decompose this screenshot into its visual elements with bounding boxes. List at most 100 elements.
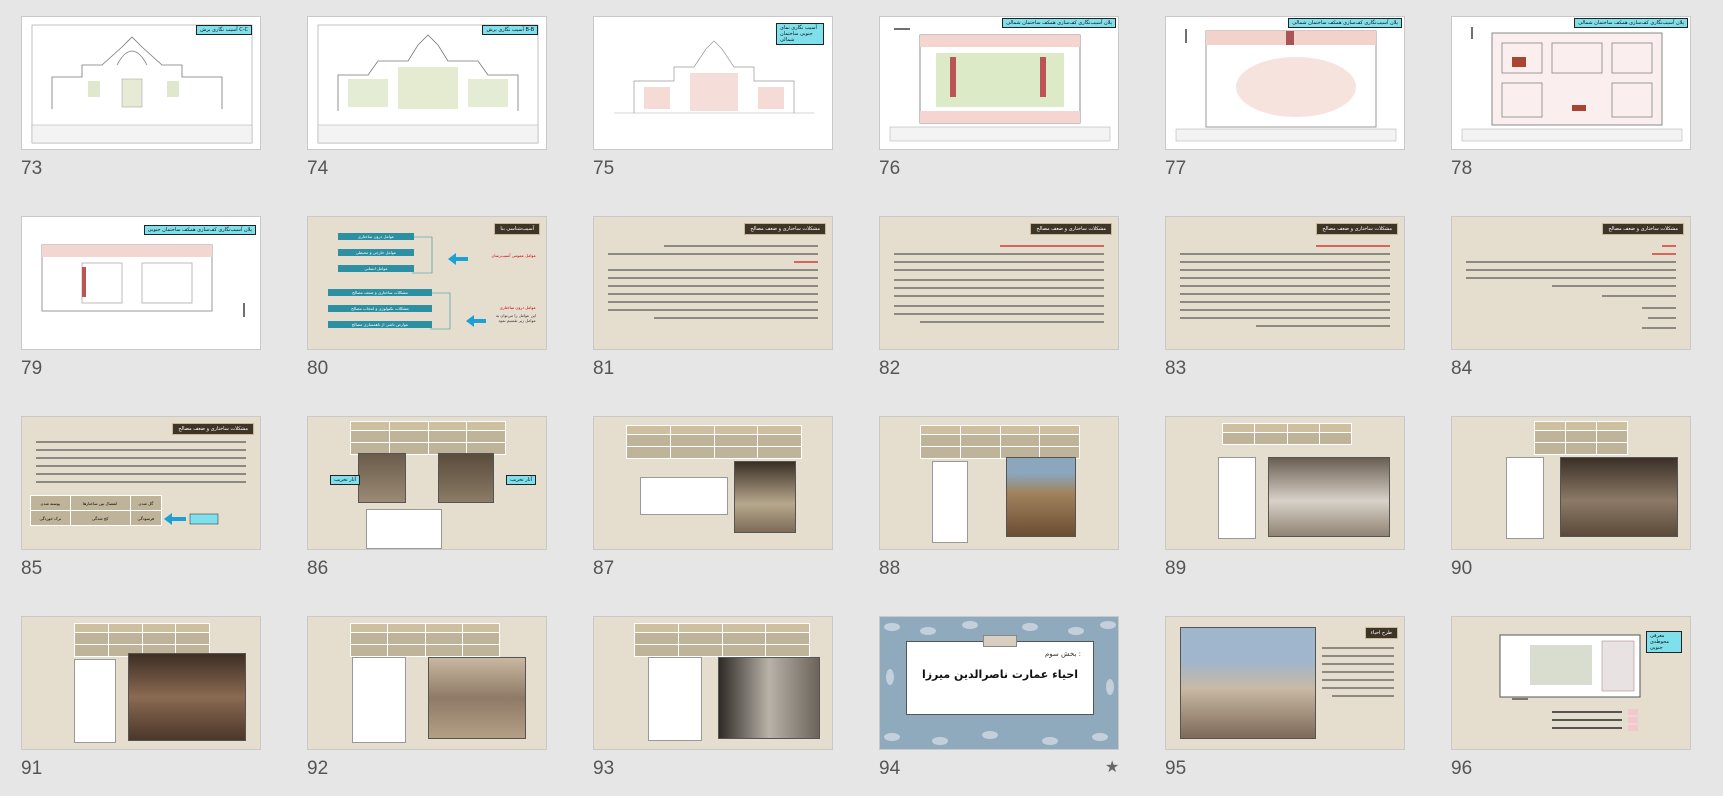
card-tab: [983, 635, 1017, 647]
slide-thumbnail-90[interactable]: 90: [1451, 416, 1693, 596]
slide-canvas: [1165, 416, 1405, 550]
slide-number: 83: [1165, 358, 1187, 379]
slide-title: مشکلات ساختاری و ضعف مصالح: [1602, 223, 1684, 235]
info-table: [1534, 421, 1628, 455]
mini-plan: [352, 657, 406, 743]
slide-thumbnail-87[interactable]: 87: [593, 416, 835, 596]
slide-thumbnail-81[interactable]: مشکلات ساختاری و ضعف مصالح 81: [593, 216, 835, 396]
slide-number: 76: [879, 158, 901, 179]
pointer-arrow: [164, 513, 219, 525]
slide-sorter-grid: آسیب نگاری برش C-C 73 آسیب نگاری برش B-B…: [0, 0, 1723, 788]
info-table: [74, 623, 210, 657]
slide-thumbnail-74[interactable]: آسیب نگاری برش B-B 74: [307, 16, 549, 196]
slide-canvas: [1451, 416, 1691, 550]
damage-photo: [1560, 457, 1678, 537]
slide-number: 85: [21, 558, 43, 579]
mini-plan: [1506, 457, 1544, 539]
slide-title: مشکلات ساختاری و ضعف مصالح: [1030, 223, 1112, 235]
info-table: [349, 623, 501, 657]
damage-photo: [428, 657, 526, 739]
slide-thumbnail-96[interactable]: معرفی محوطه‌ی جنوبی 96: [1451, 616, 1693, 796]
slide-canvas: مشکلات ساختاری و ضعف مصالح: [593, 216, 833, 350]
slide-number: 86: [307, 558, 329, 579]
section-drawing: [31, 24, 253, 144]
slide-canvas: پلان آسیب‌نگاری کف‌سازی همکف ساختمان شما…: [1165, 16, 1405, 150]
section-subtitle: بخش سوم :: [1044, 650, 1081, 658]
slide-thumbnail-83[interactable]: مشکلات ساختاری و ضعف مصالح 83: [1165, 216, 1407, 396]
slide-thumbnail-79[interactable]: پلان آسیب‌نگاری کف‌سازی همکف ساختمان جنو…: [21, 216, 263, 396]
slide-thumbnail-80[interactable]: آسیب‌شناسی بنا عوامل درون ساختاری عوامل …: [307, 216, 549, 396]
slide-number: 96: [1451, 758, 1473, 779]
damage-photo: [734, 461, 796, 533]
slide-canvas: بخش سوم : احیاء عمارت ناصرالدین میرزا: [879, 616, 1119, 750]
slide-canvas: پلان آسیب‌نگاری کف‌سازی همکف ساختمان شما…: [879, 16, 1119, 150]
slide-number: 74: [307, 158, 329, 179]
slide-number: 78: [1451, 158, 1473, 179]
slide-tag: آسیب نگاری برش C-C: [196, 25, 252, 35]
slide-thumbnail-73[interactable]: آسیب نگاری برش C-C 73: [21, 16, 263, 196]
slide-number: 93: [593, 758, 615, 779]
slide-canvas: مشکلات ساختاری و ضعف مصالح پوسته شدن انفص…: [21, 416, 261, 550]
slide-thumbnail-82[interactable]: مشکلات ساختاری و ضعف مصالح 82: [879, 216, 1121, 396]
floor-plan-drawing: [889, 28, 1111, 142]
slide-canvas: [593, 416, 833, 550]
slide-number: 82: [879, 358, 901, 379]
slide-thumbnail-88[interactable]: 88: [879, 416, 1121, 596]
mini-plan: [366, 509, 442, 549]
slide-thumbnail-84[interactable]: مشکلات ساختاری و ضعف مصالح 84: [1451, 216, 1693, 396]
info-table: [626, 425, 802, 459]
slide-canvas: آثار تخریب آثار تخریب: [307, 416, 547, 550]
slide-thumbnail-76[interactable]: پلان آسیب‌نگاری کف‌سازی همکف ساختمان شما…: [879, 16, 1121, 196]
damage-photo: [718, 657, 820, 739]
slide-thumbnail-78[interactable]: پلان آسیب‌نگاری کف‌سازی همکف ساختمان شما…: [1451, 16, 1693, 196]
slide-thumbnail-95[interactable]: طرح احیاء 95: [1165, 616, 1407, 796]
slide-canvas: معرفی محوطه‌ی جنوبی: [1451, 616, 1691, 750]
slide-thumbnail-94[interactable]: بخش سوم : احیاء عمارت ناصرالدین میرزا 94…: [879, 616, 1121, 796]
slide-canvas: طرح احیاء: [1165, 616, 1405, 750]
slide-thumbnail-92[interactable]: 92: [307, 616, 549, 796]
slide-number: 91: [21, 758, 43, 779]
star-icon[interactable]: ★: [1105, 757, 1119, 776]
slide-canvas: پلان آسیب‌نگاری کف‌سازی همکف ساختمان شما…: [1451, 16, 1691, 150]
diagram-arrows: [412, 236, 486, 330]
floor-plan-drawing: [1175, 29, 1397, 142]
mini-plan: [932, 461, 968, 543]
slide-tag: پلان آسیب‌نگاری کف‌سازی همکف ساختمان شما…: [1574, 18, 1688, 28]
slide-thumbnail-93[interactable]: 93: [593, 616, 835, 796]
slide-title: مشکلات ساختاری و ضعف مصالح: [1316, 223, 1398, 235]
info-table: [920, 425, 1080, 459]
section-title: احیاء عمارت ناصرالدین میرزا: [921, 668, 1079, 681]
slide-thumbnail-77[interactable]: پلان آسیب‌نگاری کف‌سازی همکف ساختمان شما…: [1165, 16, 1407, 196]
slide-tag: آسیب نگاری نمای جنوبی ساختمان شمالی: [776, 23, 824, 45]
slide-title: مشکلات ساختاری و ضعف مصالح: [744, 223, 826, 235]
slide-number: 84: [1451, 358, 1473, 379]
floor-plan-drawing: [41, 244, 245, 317]
slide-number: 90: [1451, 558, 1473, 579]
info-table: [1221, 423, 1353, 445]
slide-number: 77: [1165, 158, 1187, 179]
slide-canvas: مشکلات ساختاری و ضعف مصالح: [1165, 216, 1405, 350]
mini-plan: [74, 659, 116, 743]
slide-thumbnail-89[interactable]: 89: [1165, 416, 1407, 596]
slide-number: 95: [1165, 758, 1187, 779]
damage-photo: [1268, 457, 1390, 537]
slide-title: طرح احیاء: [1364, 627, 1398, 639]
slide-canvas: آسیب‌شناسی بنا عوامل درون ساختاری عوامل …: [307, 216, 547, 350]
photo-tag: آثار تخریب: [506, 475, 536, 485]
slide-tag: پلان آسیب‌نگاری کف‌سازی همکف ساختمان شما…: [1002, 18, 1116, 28]
slide-thumbnail-86[interactable]: آثار تخریب آثار تخریب 86: [307, 416, 549, 596]
slide-number: 81: [593, 358, 615, 379]
floor-plan-drawing: [1461, 27, 1683, 142]
slide-thumbnail-75[interactable]: آسیب نگاری نمای جنوبی ساختمان شمالی 75: [593, 16, 835, 196]
mini-plan: [640, 477, 728, 515]
slide-number: 94: [879, 758, 901, 779]
mini-plan: [1218, 457, 1256, 539]
slide-number: 73: [21, 158, 43, 179]
slide-thumbnail-91[interactable]: 91: [21, 616, 263, 796]
slide-number: 80: [307, 358, 329, 379]
slide-number: 88: [879, 558, 901, 579]
slide-number: 89: [1165, 558, 1187, 579]
damage-photo: [438, 453, 494, 503]
slide-canvas: [593, 616, 833, 750]
slide-thumbnail-85[interactable]: مشکلات ساختاری و ضعف مصالح پوسته شدن انفص…: [21, 416, 263, 596]
